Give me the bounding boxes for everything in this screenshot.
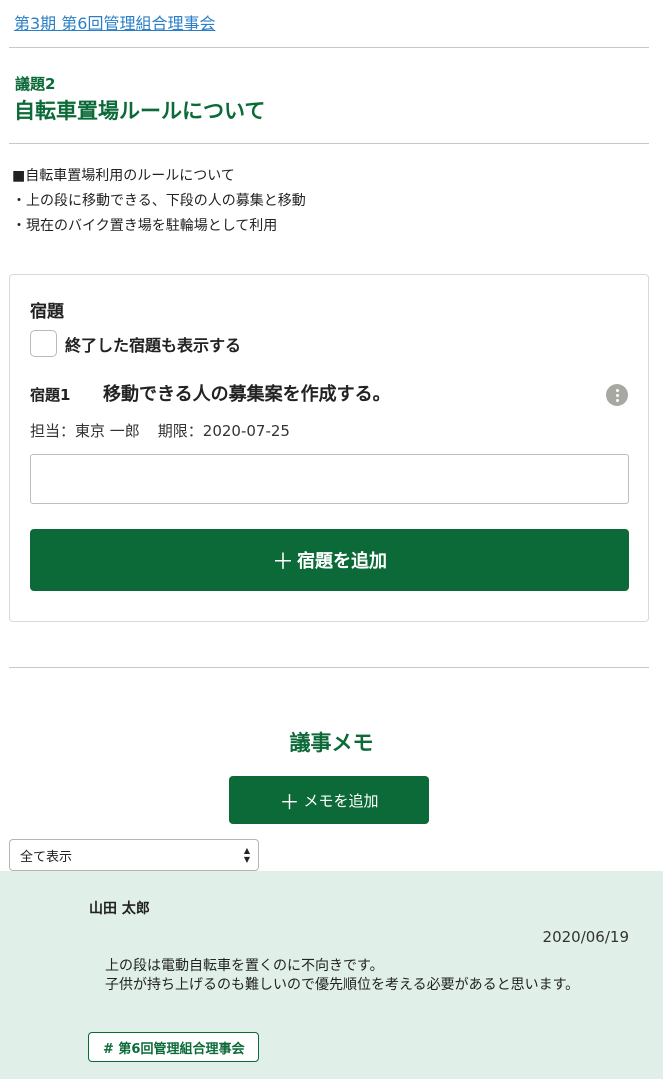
agenda-description: ■自転車置場利用のルールについて ・上の段に移動できる、下段の人の募集と移動 ・…: [12, 164, 306, 239]
breadcrumb-link[interactable]: 第3期 第6回管理組合理事会: [14, 10, 215, 34]
add-memo-label: メモを追加: [303, 791, 379, 810]
task-assignee: 担当：東京 一郎: [30, 422, 140, 440]
task-number: 宿題1: [30, 386, 71, 404]
plus-icon: ＋: [279, 789, 300, 814]
divider: [9, 143, 649, 144]
show-completed-toggle[interactable]: 終了した宿題も表示する: [30, 330, 241, 357]
memo-tag[interactable]: # 第6回管理組合理事会: [88, 1032, 260, 1062]
divider: [9, 47, 649, 48]
task-input[interactable]: [30, 454, 629, 504]
task-card: 宿題 終了した宿題も表示する 宿題1 移動できる人の募集案を作成する。 担当：東…: [9, 274, 649, 622]
add-task-label: 宿題を追加: [297, 551, 387, 572]
divider: [9, 667, 649, 668]
memo-section-heading: 議事メモ: [289, 731, 374, 755]
memo-body: 上の段は電動自転車を置くのに不向きです。 子供が持ち上げるのも難しいので優先順位…: [105, 958, 580, 993]
task-deadline: 期限：2020-07-25: [157, 422, 290, 440]
agenda-number: 議題2: [15, 75, 56, 93]
memo-author: 山田 太郎: [89, 901, 150, 917]
filter-selected-value: 全て表示: [20, 849, 73, 865]
memo-item: 山田 太郎 2020/06/19 上の段は電動自転車を置くのに不向きです。 子供…: [0, 871, 663, 1079]
show-completed-label: 終了した宿題も表示する: [65, 335, 242, 355]
memo-date: 2020/06/19: [542, 928, 629, 946]
plus-icon: ＋: [271, 550, 294, 575]
task-title: 移動できる人の募集案を作成する。: [103, 384, 391, 405]
description-line: ■自転車置場利用のルールについて: [12, 168, 235, 184]
more-vert-icon[interactable]: [606, 384, 628, 406]
description-line: ・現在のバイク置き場を駐輪場として利用: [12, 218, 278, 234]
add-memo-button[interactable]: ＋ メモを追加: [229, 776, 429, 824]
select-arrows-icon: ▲ ▼: [243, 846, 250, 864]
show-completed-checkbox[interactable]: [30, 330, 57, 357]
memo-filter-select[interactable]: 全て表示 ▲ ▼: [9, 839, 259, 871]
task-section-heading: 宿題: [30, 302, 64, 322]
add-task-button[interactable]: ＋ 宿題を追加: [30, 529, 629, 591]
description-line: ・上の段に移動できる、下段の人の募集と移動: [12, 193, 306, 209]
task-meta: 担当：東京 一郎 期限：2020-07-25: [30, 420, 290, 441]
agenda-title: 自転車置場ルールについて: [14, 99, 266, 123]
